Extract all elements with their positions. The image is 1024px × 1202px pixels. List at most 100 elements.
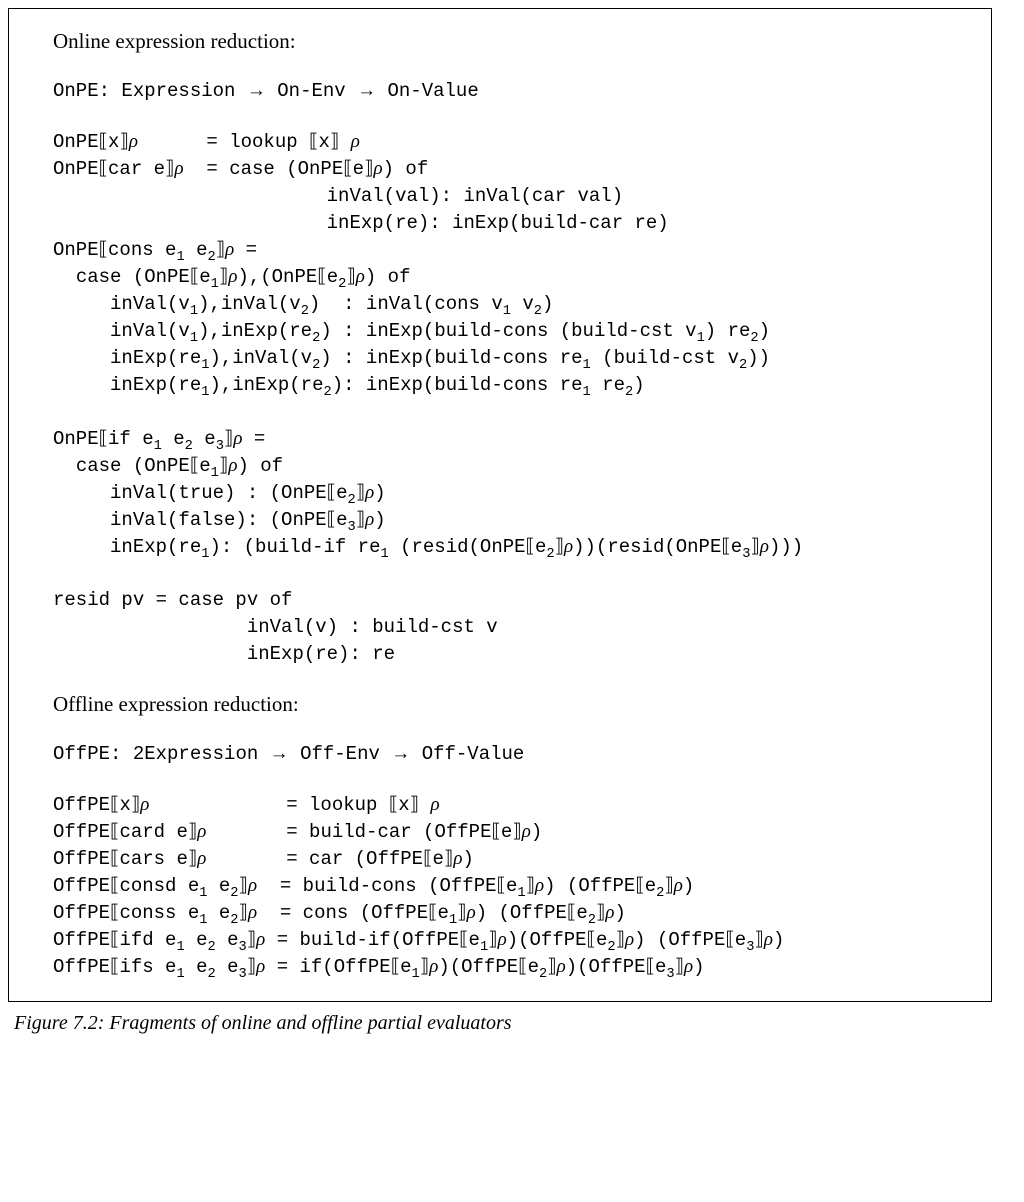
case-branch: ) [374,509,385,531]
rule-arg: e [528,956,539,978]
rule-arg: e [193,428,216,450]
rule-arg: e [655,956,666,978]
sub: 1 [211,465,219,480]
rule-arg: x [318,131,329,153]
rule-arg: e [535,536,546,558]
case-branch: inExp(re): inExp(build-car re) [327,212,669,234]
rule-tail: ) [531,821,542,843]
case: ) of [365,266,411,288]
sub: 2 [546,546,554,561]
sub: 1 [176,967,184,982]
rule-tail: = [234,239,257,261]
case-branch: inExp(re [110,374,201,396]
rule-lhs: OffPE [53,821,110,843]
rule-arg: e [469,929,480,951]
sub: 3 [216,438,224,453]
sub: 2 [534,304,542,319]
offpe-rules: OffPE⟦x⟧ρ = lookup ⟦x⟧ ρ OffPE⟦card e⟧ρ … [53,792,967,981]
rule-arg: e [596,929,607,951]
case-branch: ),inVal(v [209,347,312,369]
rule-tail: = [242,428,265,450]
case-branch: ) [542,293,553,315]
sub: 2 [230,886,238,901]
rule-arg: x [119,794,130,816]
rule-tail: ) [462,848,473,870]
rule-lhs: OffPE [53,956,110,978]
rule-arg: e [199,455,210,477]
case-branch: re [591,374,625,396]
rule-tail: ) [615,902,626,924]
sub: 3 [347,519,355,534]
rule-rhs: = cons (OffPE [280,902,428,924]
rule-eq: = case (OnPE [206,158,343,180]
rule-arg: cons e [108,239,176,261]
rule-arg: cars e [119,848,187,870]
case-branch: ): (build-if re [209,536,380,558]
rule-arg: e [576,902,587,924]
rule-arg: e [207,902,230,924]
rule-arg: e [432,848,443,870]
rule-rhs: )(OffPE [507,929,587,951]
sub: 1 [583,384,591,399]
rule-arg: x [108,131,119,153]
rule-tail: ) of [383,158,429,180]
rule-lhs: OnPE [53,131,99,153]
rule-arg: conss e [119,902,199,924]
sub: 2 [739,358,747,373]
case-branch: ) : inExp(build-cons re [320,347,582,369]
sub: 1 [211,277,219,292]
rule-arg: e [336,482,347,504]
sub: 2 [207,250,215,265]
case-branch: inVal(val): inVal(car val) [327,185,623,207]
case-branch: inExp(re [110,536,201,558]
case: ),(OnPE [237,266,317,288]
sub: 2 [625,384,633,399]
case-branch: ) [633,374,644,396]
sub: 1 [154,438,162,453]
sig-from: 2Expression [133,743,258,765]
rule-arg: x [398,794,409,816]
resid-def: resid pv = case pv of [53,589,292,611]
rule-arg: e [731,536,742,558]
sub: 2 [323,384,331,399]
case-branch: ) [759,320,770,342]
rule-rhs: = build-if(OffPE [277,929,459,951]
sub: 1 [503,304,511,319]
rule-tail: ) [693,956,704,978]
rule-arg: e [735,929,746,951]
sub: 1 [412,967,420,982]
case-branch: (resid(OnPE [389,536,526,558]
sig-to: Off-Value [422,743,525,765]
rule-arg: e [645,875,656,897]
rule-arg: e [353,158,364,180]
sig-to: On-Value [388,80,479,102]
case-branch: inVal(v) : build-cst v [247,616,498,638]
rule-arg: e [216,956,239,978]
rule-arg: e [501,821,512,843]
rule-arg: e [336,509,347,531]
rule-arg: ifs e [119,956,176,978]
rule-arg: e [185,239,208,261]
rule-rhs: = build-cons (OffPE [280,875,497,897]
case-branch: ) [374,482,385,504]
rule-lhs: OffPE [53,794,110,816]
sub: 3 [666,967,674,982]
sub: 2 [750,331,758,346]
case-branch: inVal(false): (OnPE [110,509,327,531]
case-branch: (build-cst v [591,347,739,369]
sub: 1 [480,940,488,955]
case-branch: ) : inVal(cons v [309,293,503,315]
case-branch: ))) [769,536,803,558]
rule-rhs: = if(OffPE [277,956,391,978]
sub: 1 [176,940,184,955]
case-branch: ): inExp(build-cons re [332,374,583,396]
sub: 2 [207,967,215,982]
rule-eq: = lookup [206,131,309,153]
rule-arg: e [162,428,185,450]
sub: 1 [190,304,198,319]
case-branch: inVal(v [110,293,190,315]
case-branch: inExp(re [110,347,201,369]
sig-name: OnPE [53,80,99,102]
sub: 1 [190,331,198,346]
sig-from: Expression [121,80,235,102]
